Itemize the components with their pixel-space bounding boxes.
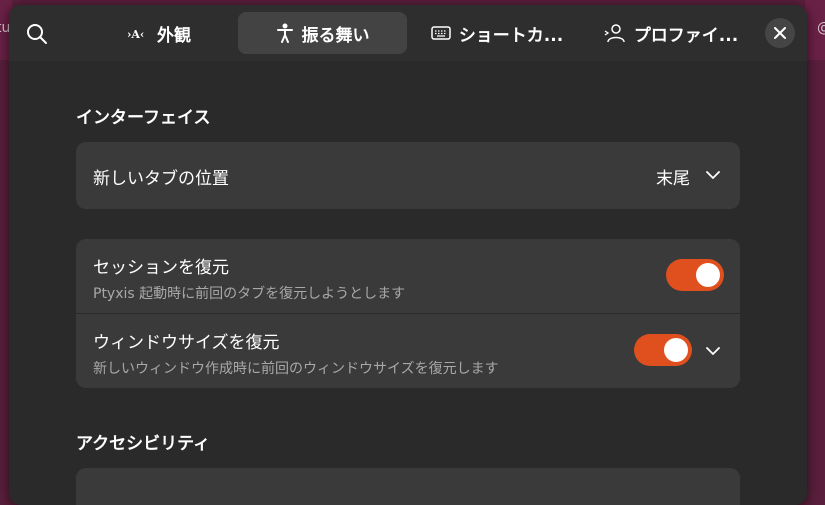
tab-appearance[interactable]: ›A‹ 外観 xyxy=(109,12,209,54)
switch-knob xyxy=(664,338,688,362)
svg-text:›A‹: ›A‹ xyxy=(127,28,144,41)
text-appearance-icon: ›A‹ xyxy=(127,24,149,42)
new-tab-position-value: 末尾 xyxy=(656,169,690,189)
preferences-dialog: ›A‹ 外観 振る舞い ショートカ... プロファイ... インターフェイス 新… xyxy=(9,5,807,505)
restore-session-switch[interactable] xyxy=(666,259,724,291)
chevron-down-icon xyxy=(706,171,720,179)
tab-shortcuts[interactable]: ショートカ... xyxy=(419,12,575,54)
accessibility-person-icon xyxy=(276,23,294,43)
section-title-interface: インターフェイス xyxy=(76,108,211,128)
tab-profiles-label: プロファイ... xyxy=(633,25,739,46)
restore-window-size-switch[interactable] xyxy=(634,334,692,366)
accessibility-row-partial[interactable] xyxy=(76,468,740,505)
restore-window-size-row[interactable]: ウィンドウサイズを復元 新しいウィンドウ作成時に前回のウィンドウサイズを復元しま… xyxy=(76,314,740,388)
switch-knob xyxy=(696,263,720,287)
background-text-right: @ xyxy=(817,20,825,36)
restore-session-subtitle: Ptyxis 起動時に前回のタブを復元しようとします xyxy=(93,286,406,302)
restore-window-size-subtitle: 新しいウィンドウ作成時に前回のウィンドウサイズを復元します xyxy=(93,361,499,377)
close-button[interactable] xyxy=(765,18,795,48)
new-tab-position-label: 新しいタブの位置 xyxy=(93,169,229,189)
tab-appearance-label: 外観 xyxy=(157,25,191,46)
tab-shortcuts-label: ショートカ... xyxy=(458,25,564,46)
profile-user-icon xyxy=(604,23,626,43)
expand-chevron-icon[interactable] xyxy=(706,346,720,356)
tab-profiles[interactable]: プロファイ... xyxy=(591,12,751,54)
restore-settings-card: セッションを復元 Ptyxis 起動時に前回のタブを復元しようとします ウィンド… xyxy=(76,239,740,388)
restore-session-row[interactable]: セッションを復元 Ptyxis 起動時に前回のタブを復元しようとします xyxy=(76,239,740,313)
search-button[interactable] xyxy=(25,22,49,46)
preferences-content: インターフェイス 新しいタブの位置 末尾 セッションを復元 Ptyxis 起動時… xyxy=(9,61,807,505)
close-icon xyxy=(774,27,786,39)
restore-window-size-title: ウィンドウサイズを復元 xyxy=(93,333,280,353)
keyboard-icon xyxy=(431,25,451,41)
new-tab-position-row[interactable]: 新しいタブの位置 末尾 xyxy=(76,142,740,209)
dialog-header: ›A‹ 外観 振る舞い ショートカ... プロファイ... xyxy=(9,5,807,61)
background-window-right: @ xyxy=(805,0,825,60)
search-icon xyxy=(27,24,47,44)
tab-behavior-label: 振る舞い xyxy=(301,25,370,46)
tab-behavior[interactable]: 振る舞い xyxy=(238,12,407,54)
section-title-accessibility: アクセシビリティ xyxy=(76,434,211,454)
restore-session-title: セッションを復元 xyxy=(93,258,229,278)
